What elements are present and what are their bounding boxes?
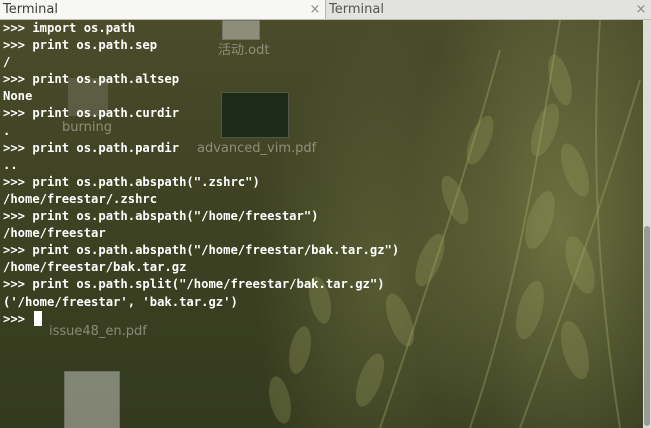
terminal-line: /home/freestar (3, 226, 106, 241)
terminal-line: None (3, 89, 33, 104)
terminal-prompt-line[interactable]: >>> (3, 310, 399, 328)
terminal-line: /home/freestar/.zshrc (3, 191, 158, 206)
scrollbar-thumb[interactable] (644, 226, 650, 426)
terminal-line: >>> import os.path (3, 21, 136, 35)
text-cursor (34, 310, 43, 326)
tab-terminal-1[interactable]: Terminal × (0, 0, 326, 19)
close-icon[interactable]: × (307, 2, 323, 18)
prompt: >>> (3, 311, 33, 326)
terminal-line: >>> print os.path.split("/home/freestar/… (3, 277, 385, 292)
terminal-line: >>> print os.path.pardir (3, 140, 180, 155)
terminal-line: >>> print os.path.abspath("/home/freesta… (3, 243, 400, 258)
document-icon (64, 371, 120, 428)
terminal-line: >>> print os.path.abspath("/home/freesta… (3, 209, 319, 224)
terminal-line: /home/freestar/bak.tar.gz (3, 260, 187, 275)
terminal-view[interactable]: 活动.odt burning advanced_vim.pdf issue48_… (0, 20, 643, 428)
terminal-line: .. (3, 157, 18, 172)
terminal-line: >>> print os.path.sep (3, 38, 158, 53)
close-icon[interactable]: × (633, 2, 649, 18)
tab-label: Terminal (3, 2, 58, 17)
terminal-line: ('/home/freestar', 'bak.tar.gz') (3, 294, 238, 309)
tab-bar: Terminal × Terminal × (0, 0, 651, 20)
tab-label: Terminal (329, 2, 384, 17)
scrollbar[interactable] (643, 20, 651, 428)
terminal-line: >>> print os.path.altsep (3, 72, 180, 87)
terminal-line: / (3, 55, 11, 70)
terminal-window: Terminal × Terminal × 活动.odt burning adv… (0, 0, 651, 428)
tab-terminal-2[interactable]: Terminal × (326, 0, 651, 19)
terminal-output: >>> import os.path >>> print os.path.sep /… (3, 20, 399, 328)
terminal-line: . (3, 123, 11, 138)
terminal-line: >>> print os.path.abspath(".zshrc") (3, 174, 260, 189)
terminal-line: >>> print os.path.curdir (3, 106, 180, 121)
